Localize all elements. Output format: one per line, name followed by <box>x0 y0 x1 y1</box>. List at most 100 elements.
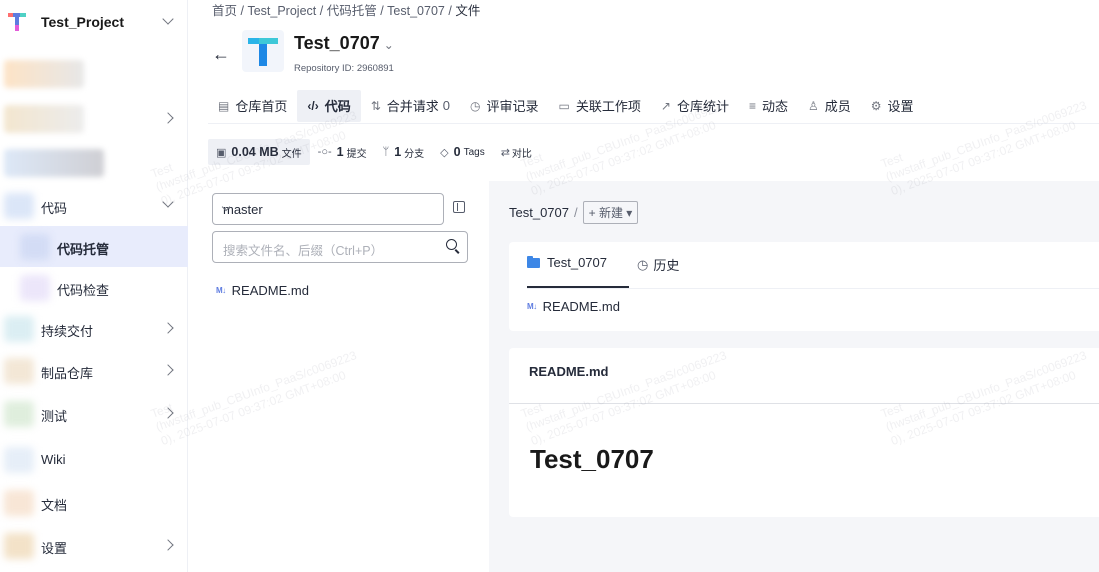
repo-tabs: ▤ 仓库首页 ‹/› 代码 ⇅ 合并请求 0 ◷ 评审记录 ▭ 关联工作项 ↗ 仓库统计 ≡ 动… <box>208 88 1099 124</box>
file-tree-pane: master 搜索文件名、后缀（Ctrl+P） M↓ README.md <box>188 181 489 572</box>
sidebar-item-wiki[interactable]: Wiki <box>0 439 188 480</box>
sidebar-item-label: 代码托管 <box>57 242 110 257</box>
sidebar-item-blurred[interactable] <box>0 54 188 94</box>
tag-icon: ◇ <box>440 146 449 159</box>
file-path: Test_0707 / + 新建 ▾ <box>509 201 639 224</box>
tab-merge-requests[interactable]: ⇅ 合并请求 0 <box>361 90 460 122</box>
breadcrumb-current: 文件 <box>455 4 481 18</box>
sidebar-item-artifact-repo[interactable]: 制品仓库 <box>0 350 188 391</box>
chevron-right-icon <box>162 407 174 419</box>
directory-card: Test_0707 ◷ 历史 M↓ README.md <box>509 242 1099 331</box>
sidebar-item-label: 制品仓库 <box>41 366 94 381</box>
repo-title[interactable]: Test_0707 ⌄ <box>294 33 394 54</box>
breadcrumb-project[interactable]: Test_Project <box>247 4 316 18</box>
path-separator: / <box>574 205 578 220</box>
file-tree-item[interactable]: M↓ README.md <box>216 283 309 298</box>
stat-tags-unit: Tags <box>463 146 485 158</box>
chevron-down-icon: ⌄ <box>383 38 394 52</box>
stat-commits-value: 1 <box>336 145 344 159</box>
sidebar-item-docs[interactable]: 文档 <box>0 482 188 523</box>
sidebar-item-blurred[interactable] <box>0 99 188 139</box>
sidebar-item-code-hosting[interactable]: 代码托管 <box>0 226 188 267</box>
tab-review-records[interactable]: ◷ 评审记录 <box>460 90 549 122</box>
tab-repo-home[interactable]: ▤ 仓库首页 <box>208 90 297 122</box>
chevron-right-icon <box>162 364 174 376</box>
tab-label: 代码 <box>324 99 351 114</box>
tab-history[interactable]: ◷ 历史 <box>637 255 679 274</box>
tab-label: 历史 <box>653 258 680 273</box>
tab-repo-stats[interactable]: ↗ 仓库统计 <box>651 90 739 122</box>
breadcrumb-repo[interactable]: Test_0707 <box>387 4 445 18</box>
sidebar-item-blurred[interactable] <box>0 143 188 183</box>
app-root: Test_Project 代码 代码托管 代码检查 持续交付 制品仓库 测试 W… <box>0 0 1099 572</box>
project-switcher[interactable]: Test_Project <box>0 0 188 44</box>
stat-commits[interactable]: -○- 1 提交 <box>310 139 375 165</box>
breadcrumb-separator: / <box>240 4 244 18</box>
file-name: README.md <box>231 283 309 298</box>
breadcrumb-separator: / <box>448 4 452 18</box>
tab-code[interactable]: ‹/› 代码 <box>297 89 361 122</box>
chevron-right-icon <box>162 322 174 334</box>
branch-name: master <box>223 202 263 217</box>
stat-tags-value: 0 <box>453 145 461 159</box>
branch-selector[interactable]: master <box>212 193 444 225</box>
file-search-input[interactable]: 搜索文件名、后缀（Ctrl+P） <box>212 231 468 263</box>
project-name: Test_Project <box>41 14 124 30</box>
chevron-right-icon <box>162 539 174 551</box>
collapse-panel-icon[interactable] <box>453 201 465 213</box>
directory-file-row[interactable]: M↓ README.md <box>527 299 620 314</box>
repo-avatar <box>242 30 284 72</box>
tab-members[interactable]: ♙ 成员 <box>798 90 861 122</box>
tab-activity[interactable]: ≡ 动态 <box>739 90 798 122</box>
repo-stats-bar: ▣ 0.04 MB 文件 -○- 1 提交 ᛘ 1 分支 ◇ 0 Tags ⇄ 对比 <box>208 138 540 166</box>
sidebar-item-code-check[interactable]: 代码检查 <box>0 267 188 308</box>
stat-compare[interactable]: ⇄ 对比 <box>493 139 540 165</box>
folder-icon <box>527 255 540 268</box>
sidebar-item-testing[interactable]: 测试 <box>0 393 188 434</box>
project-logo-icon <box>8 13 26 31</box>
tab-linked-work-items[interactable]: ▭ 关联工作项 <box>549 90 651 122</box>
file-content-pane: Test_0707 / + 新建 ▾ Test_0707 ◷ 历史 M↓ REA… <box>489 181 1099 572</box>
tab-label: 设置 <box>887 99 914 114</box>
sidebar-item-label: 持续交付 <box>41 324 94 339</box>
member-icon: ♙ <box>807 98 819 113</box>
divider <box>527 288 1099 289</box>
home-icon: ▤ <box>218 98 230 113</box>
stat-branches[interactable]: ᛘ 1 分支 <box>375 139 433 165</box>
back-arrow-icon[interactable]: ← <box>212 44 230 65</box>
sidebar-item-continuous-delivery[interactable]: 持续交付 <box>0 308 188 349</box>
new-file-button[interactable]: + 新建 ▾ <box>582 201 639 224</box>
commit-icon: -○- <box>317 146 332 158</box>
tab-label: 关联工作项 <box>575 99 641 114</box>
path-root[interactable]: Test_0707 <box>509 205 569 220</box>
stat-compare-label: 对比 <box>511 148 532 160</box>
stat-size-value: 0.04 MB <box>231 145 279 159</box>
stat-commits-unit: 提交 <box>346 148 367 160</box>
sidebar-item-settings[interactable]: 设置 <box>0 525 188 566</box>
sidebar-item-label: 文档 <box>41 498 68 513</box>
file-name: README.md <box>542 299 620 314</box>
tab-settings[interactable]: ⚙ 设置 <box>861 90 924 122</box>
readme-card: README.md Test_0707 <box>509 348 1099 517</box>
stat-tags[interactable]: ◇ 0 Tags <box>432 139 493 165</box>
breadcrumb-code-hosting[interactable]: 代码托管 <box>327 4 377 18</box>
sidebar-item-label: 测试 <box>41 409 68 424</box>
active-tab-indicator <box>527 286 629 288</box>
settings-icon: ⚙ <box>870 98 882 113</box>
stat-size[interactable]: ▣ 0.04 MB 文件 <box>208 139 310 165</box>
statistics-icon: ↗ <box>660 98 671 113</box>
readme-heading: Test_0707 <box>530 444 654 474</box>
compare-icon: ⇄ <box>500 146 510 159</box>
stat-branches-value: 1 <box>394 145 402 159</box>
repo-logo-icon <box>248 38 278 66</box>
breadcrumb-home[interactable]: 首页 <box>212 4 237 18</box>
tab-directory[interactable]: Test_0707 <box>527 255 607 270</box>
search-icon[interactable] <box>446 239 457 250</box>
tab-count: 0 <box>442 98 451 113</box>
tab-label: 合并请求 <box>386 99 439 114</box>
breadcrumb: 首页 / Test_Project / 代码托管 / Test_0707 / 文… <box>212 0 480 19</box>
tab-label: 成员 <box>824 99 851 114</box>
tab-label: 仓库统计 <box>676 99 729 114</box>
sidebar-item-label: 代码检查 <box>57 283 110 298</box>
sidebar-item-code[interactable]: 代码 <box>0 185 188 226</box>
